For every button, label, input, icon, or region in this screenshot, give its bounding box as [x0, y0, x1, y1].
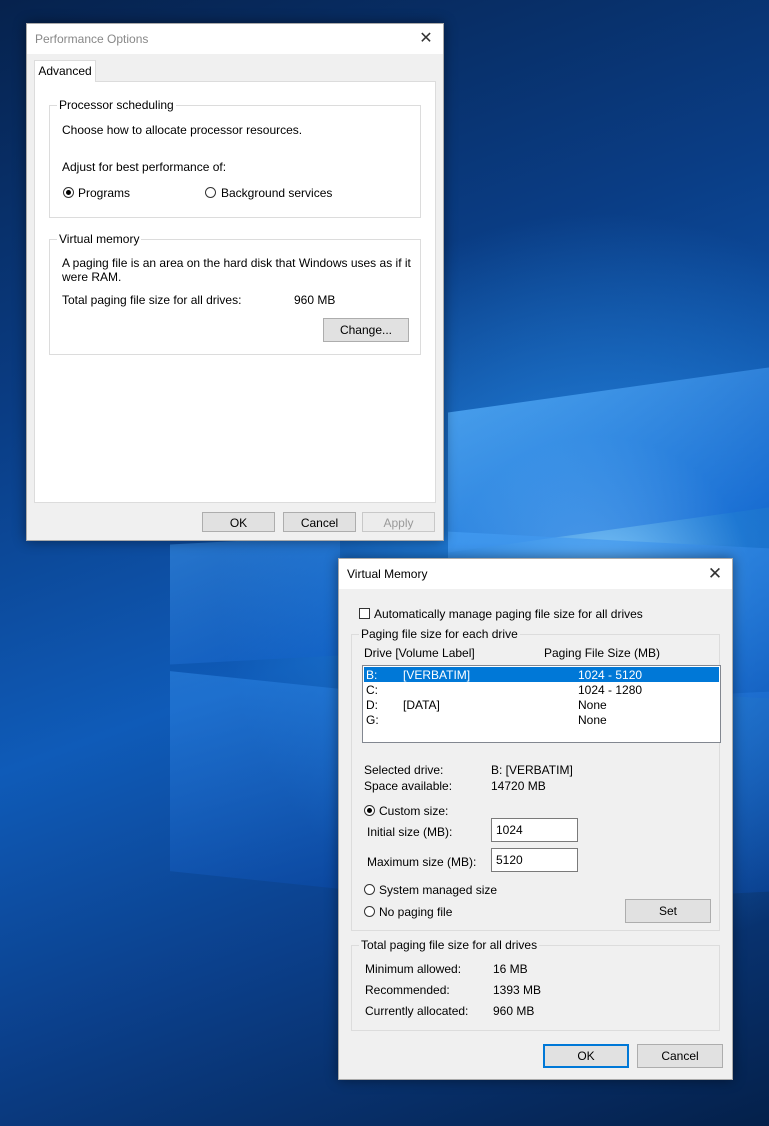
size-column-header: Paging File Size (MB): [544, 646, 661, 660]
ok-button[interactable]: OK: [543, 1044, 629, 1068]
table-row[interactable]: G: None: [364, 712, 719, 727]
space-available-value: 14720 MB: [491, 779, 546, 793]
virtual-memory-dialog: Virtual Memory ✕ Automatically manage pa…: [338, 558, 733, 1080]
change-button[interactable]: Change...: [323, 318, 409, 342]
group-label: Processor scheduling: [57, 98, 176, 112]
programs-radio[interactable]: [63, 187, 74, 198]
apply-button-label: Apply: [383, 516, 414, 530]
tab-panel: Processor scheduling Choose how to alloc…: [34, 81, 436, 503]
virtual-memory-description: A paging file is an area on the hard dis…: [62, 256, 411, 270]
space-available-label: Space available:: [364, 779, 453, 793]
total-paging-value: 960 MB: [294, 293, 336, 307]
currently-allocated-value: 960 MB: [493, 1004, 535, 1018]
wallpaper-pane: [170, 535, 340, 665]
cancel-button[interactable]: Cancel: [637, 1044, 723, 1068]
background-services-label[interactable]: Background services: [221, 186, 332, 200]
table-row[interactable]: C: 1024 - 1280: [364, 682, 719, 697]
paging-size: None: [578, 698, 607, 712]
system-managed-label[interactable]: System managed size: [379, 883, 497, 897]
maximum-size-label: Maximum size (MB):: [367, 855, 477, 869]
apply-button[interactable]: Apply: [362, 512, 435, 532]
wallpaper-pane: [170, 671, 340, 889]
adjust-label: Adjust for best performance of:: [62, 160, 227, 174]
drive-column-header: Drive [Volume Label]: [364, 646, 475, 660]
ok-button[interactable]: OK: [202, 512, 275, 532]
set-button[interactable]: Set: [625, 899, 711, 923]
totals-group: Total paging file size for all drives Mi…: [351, 938, 720, 1031]
no-paging-radio[interactable]: [364, 906, 375, 917]
group-label: Virtual memory: [57, 232, 142, 246]
selected-drive-value: B: [VERBATIM]: [491, 763, 573, 777]
performance-options-titlebar[interactable]: Performance Options ✕: [27, 24, 443, 54]
ok-button-label: OK: [577, 1049, 595, 1063]
virtual-memory-description-cont: were RAM.: [62, 270, 122, 284]
min-allowed-label: Minimum allowed:: [365, 962, 462, 976]
auto-manage-checkbox[interactable]: [359, 608, 370, 619]
processor-description: Choose how to allocate processor resourc…: [62, 123, 303, 137]
recommended-label: Recommended:: [365, 983, 450, 997]
tab-label: Advanced: [38, 64, 92, 78]
system-managed-radio[interactable]: [364, 884, 375, 895]
programs-label[interactable]: Programs: [78, 186, 130, 200]
drive-letter: G:: [366, 713, 379, 727]
virtual-memory-titlebar[interactable]: Virtual Memory ✕: [339, 559, 732, 589]
background-services-radio[interactable]: [205, 187, 216, 198]
initial-size-input[interactable]: [491, 818, 578, 842]
group-label: Total paging file size for all drives: [359, 938, 540, 952]
set-button-label: Set: [658, 904, 677, 918]
virtual-memory-group: Virtual memory A paging file is an area …: [49, 232, 421, 355]
wallpaper-pane: [448, 367, 769, 553]
drive-letter: D:: [366, 698, 378, 712]
paging-size: 1024 - 1280: [578, 683, 643, 697]
drive-list[interactable]: B: [VERBATIM] 1024 - 5120 C: 1024 - 1280…: [362, 665, 721, 743]
recommended-value: 1393 MB: [493, 983, 542, 997]
no-paging-label[interactable]: No paging file: [379, 905, 452, 919]
each-drive-group: Paging file size for each drive Drive [V…: [351, 627, 721, 931]
drive-letter: B:: [366, 668, 378, 682]
auto-manage-label[interactable]: Automatically manage paging file size fo…: [374, 607, 643, 621]
initial-size-label: Initial size (MB):: [367, 825, 453, 839]
ok-button-label: OK: [229, 516, 248, 530]
table-row[interactable]: B: [VERBATIM] 1024 - 5120: [364, 667, 719, 682]
total-paging-label: Total paging file size for all drives:: [62, 293, 242, 307]
selected-drive-label: Selected drive:: [364, 763, 444, 777]
change-button-label: Change...: [339, 323, 393, 337]
min-allowed-value: 16 MB: [493, 962, 528, 976]
drive-letter: C:: [366, 683, 378, 697]
close-icon[interactable]: ✕: [415, 28, 437, 50]
table-row[interactable]: D: [DATA] None: [364, 697, 719, 712]
currently-allocated-label: Currently allocated:: [365, 1004, 469, 1018]
volume-label: [VERBATIM]: [403, 668, 471, 682]
dialog-title: Virtual Memory: [347, 567, 428, 581]
close-icon[interactable]: ✕: [704, 563, 726, 585]
performance-options-dialog: Performance Options ✕ Advanced Processor…: [26, 23, 444, 541]
custom-size-label[interactable]: Custom size:: [379, 804, 448, 818]
paging-size: 1024 - 5120: [578, 668, 643, 682]
processor-scheduling-group: Processor scheduling Choose how to alloc…: [49, 98, 421, 218]
maximum-size-input[interactable]: [491, 848, 578, 872]
cancel-button[interactable]: Cancel: [283, 512, 356, 532]
cancel-button-label: Cancel: [300, 516, 339, 530]
custom-size-radio[interactable]: [364, 805, 375, 816]
group-label: Paging file size for each drive: [359, 627, 520, 641]
volume-label: [DATA]: [403, 698, 440, 712]
cancel-button-label: Cancel: [661, 1049, 699, 1063]
dialog-title: Performance Options: [35, 32, 149, 46]
tab-advanced[interactable]: Advanced: [34, 60, 96, 82]
paging-size: None: [578, 713, 607, 727]
